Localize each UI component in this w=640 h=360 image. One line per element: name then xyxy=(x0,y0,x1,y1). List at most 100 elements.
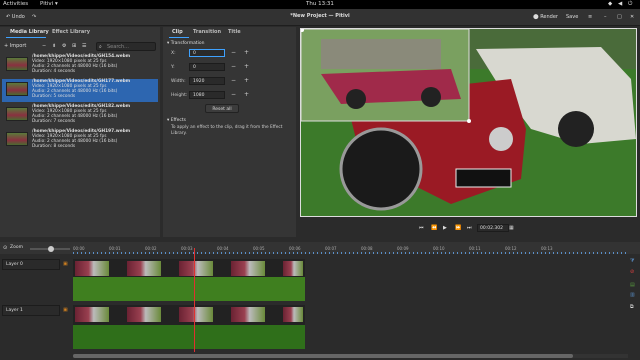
reset-all-button[interactable]: Reset all xyxy=(205,104,239,113)
clip-duration: Duration: 7 seconds xyxy=(32,119,76,124)
properties-icon[interactable]: ⚙ xyxy=(62,43,66,49)
volume-icon[interactable]: ◀ xyxy=(618,1,622,7)
app-menu[interactable]: Pitivi ▾ xyxy=(40,1,58,7)
tab-effect-library[interactable]: Effect Library xyxy=(52,29,90,35)
go-end-icon[interactable]: ⏭ xyxy=(467,225,472,231)
height-field[interactable]: 1080 xyxy=(189,91,225,99)
timecode-field[interactable]: 00:02.302 xyxy=(477,224,509,232)
x-increment[interactable]: + xyxy=(244,49,249,57)
clip-thumbnail xyxy=(75,307,109,322)
list-item[interactable]: /home/khippe/Videos/edits/GH154.webm Vid… xyxy=(2,54,158,77)
clip-thumbnail xyxy=(75,261,109,276)
video-clip-layer-0[interactable] xyxy=(73,259,305,277)
width-increment[interactable]: + xyxy=(244,77,249,85)
layer-1-lock-icon[interactable]: ▣ xyxy=(63,307,68,313)
tab-title[interactable]: Title xyxy=(228,29,241,35)
activities-button[interactable]: Activities xyxy=(3,1,28,7)
redo-icon: ↷ xyxy=(32,14,37,20)
y-decrement[interactable]: − xyxy=(231,63,236,71)
minimize-icon[interactable]: – xyxy=(600,12,611,23)
menu-icon[interactable]: ≡ xyxy=(584,12,596,23)
view-icon[interactable]: ⊞ xyxy=(72,43,76,49)
horizontal-scrollbar[interactable] xyxy=(73,354,628,358)
insert-icon[interactable]: ⇟ xyxy=(52,43,56,49)
remove-icon[interactable]: − xyxy=(42,43,46,49)
detach-viewer-icon[interactable]: ▦ xyxy=(509,225,514,231)
layer-0-lock-icon[interactable]: ▣ xyxy=(63,261,68,267)
y-increment[interactable]: + xyxy=(244,63,249,71)
clip-duration: Duration: 4 seconds xyxy=(32,69,76,74)
preview-frame xyxy=(301,29,636,216)
tab-clip[interactable]: Clip xyxy=(172,29,183,35)
search-input[interactable]: ⌕ Search... xyxy=(96,42,156,51)
import-label: Import xyxy=(9,43,27,49)
clock[interactable]: Thu 13:31 xyxy=(306,1,334,7)
pip-building xyxy=(321,39,441,69)
split-icon[interactable]: ⧩ xyxy=(630,258,634,264)
rewind-icon[interactable]: ⏪ xyxy=(431,225,437,231)
import-button[interactable]: + Import xyxy=(4,42,36,51)
close-icon[interactable]: ✕ xyxy=(626,12,638,23)
y-label: Y: xyxy=(171,65,175,70)
go-start-icon[interactable]: ⏮ xyxy=(419,225,424,231)
y-field[interactable]: 0 xyxy=(189,63,225,71)
undo-button[interactable]: ↶ Undo xyxy=(2,12,29,23)
transformation-label: Transformation xyxy=(170,41,205,46)
ruler-tick-label: 00:09 xyxy=(397,246,409,251)
width-field[interactable]: 1920 xyxy=(189,77,225,85)
ruler-tick-label: 00:11 xyxy=(469,246,481,251)
zoom-slider-handle[interactable] xyxy=(48,246,54,252)
height-decrement[interactable]: − xyxy=(231,91,236,99)
power-icon[interactable]: ⏻ xyxy=(628,1,632,8)
clip-thumbnail xyxy=(283,307,303,322)
ruler-tick-label: 00:03 xyxy=(181,246,193,251)
ruler-tick-label: 00:06 xyxy=(289,246,301,251)
video-preview[interactable] xyxy=(300,28,637,217)
delete-icon[interactable]: ⊘ xyxy=(630,269,634,275)
headlight xyxy=(489,127,513,151)
timeline-panel: ⊙ Zoom 00:00 00:01 00:02 00:03 00:04 00:… xyxy=(0,242,640,360)
effects-expander[interactable]: ▾ Effects xyxy=(167,118,186,123)
maximize-icon[interactable]: □ xyxy=(613,12,626,23)
tab-transition[interactable]: Transition xyxy=(193,29,221,35)
active-tab-indicator xyxy=(6,37,46,38)
render-label: Render xyxy=(540,14,558,20)
audio-clip-layer-0[interactable] xyxy=(73,277,305,301)
redo-button[interactable]: ↷ xyxy=(28,12,40,23)
audio-clip-layer-1[interactable] xyxy=(73,325,305,349)
ruler-tick-label: 00:08 xyxy=(361,246,373,251)
scrollbar-thumb[interactable] xyxy=(73,354,573,358)
effects-hint: To apply an effect to the clip, drag it … xyxy=(171,125,283,136)
list-item-selected[interactable]: /home/khippe/Videos/edits/GH177.webm Vid… xyxy=(2,79,158,102)
license-plate xyxy=(455,168,512,188)
video-clip-layer-1[interactable] xyxy=(73,305,305,325)
list-item[interactable]: /home/khippe/Videos/edits/GH182.webm Vid… xyxy=(2,104,158,127)
clip-thumbnail xyxy=(283,261,303,276)
height-increment[interactable]: + xyxy=(244,91,249,99)
render-button[interactable]: ⬤ Render xyxy=(529,12,562,23)
ruler-tick-label: 00:13 xyxy=(541,246,553,251)
network-icon[interactable]: ◆ xyxy=(608,1,612,7)
x-decrement[interactable]: − xyxy=(231,49,236,57)
ungroup-icon[interactable]: ▥ xyxy=(630,292,635,298)
list-item[interactable]: /home/khippe/Videos/edits/GH197.webm Vid… xyxy=(2,129,158,152)
ruler-tick-label: 00:10 xyxy=(433,246,445,251)
x-field[interactable]: 0 xyxy=(189,49,225,57)
layer-1-name[interactable]: Layer 1 xyxy=(2,305,60,316)
layer-0-name[interactable]: Layer 0 xyxy=(2,259,60,270)
copy-icon[interactable]: ⧉ xyxy=(630,304,634,310)
clip-properties-panel: Clip Transition Title ▾ Transformation X… xyxy=(163,27,296,237)
forward-icon[interactable]: ⏩ xyxy=(455,225,461,231)
clip-thumbnail xyxy=(6,57,28,71)
width-decrement[interactable]: − xyxy=(231,77,236,85)
save-button[interactable]: Save xyxy=(562,12,582,23)
pip-wheel-left xyxy=(346,89,366,109)
clip-thumbnail xyxy=(231,261,265,276)
playhead[interactable] xyxy=(194,248,195,352)
transformation-expander[interactable]: ▾ Transformation xyxy=(167,41,204,46)
list-view-icon[interactable]: ☰ xyxy=(82,43,86,49)
tab-media-library[interactable]: Media Library xyxy=(10,29,49,35)
clip-duration: Duration: 8 seconds xyxy=(32,144,76,149)
group-icon[interactable]: ▤ xyxy=(630,282,635,288)
play-icon[interactable]: ▶ xyxy=(443,225,447,231)
